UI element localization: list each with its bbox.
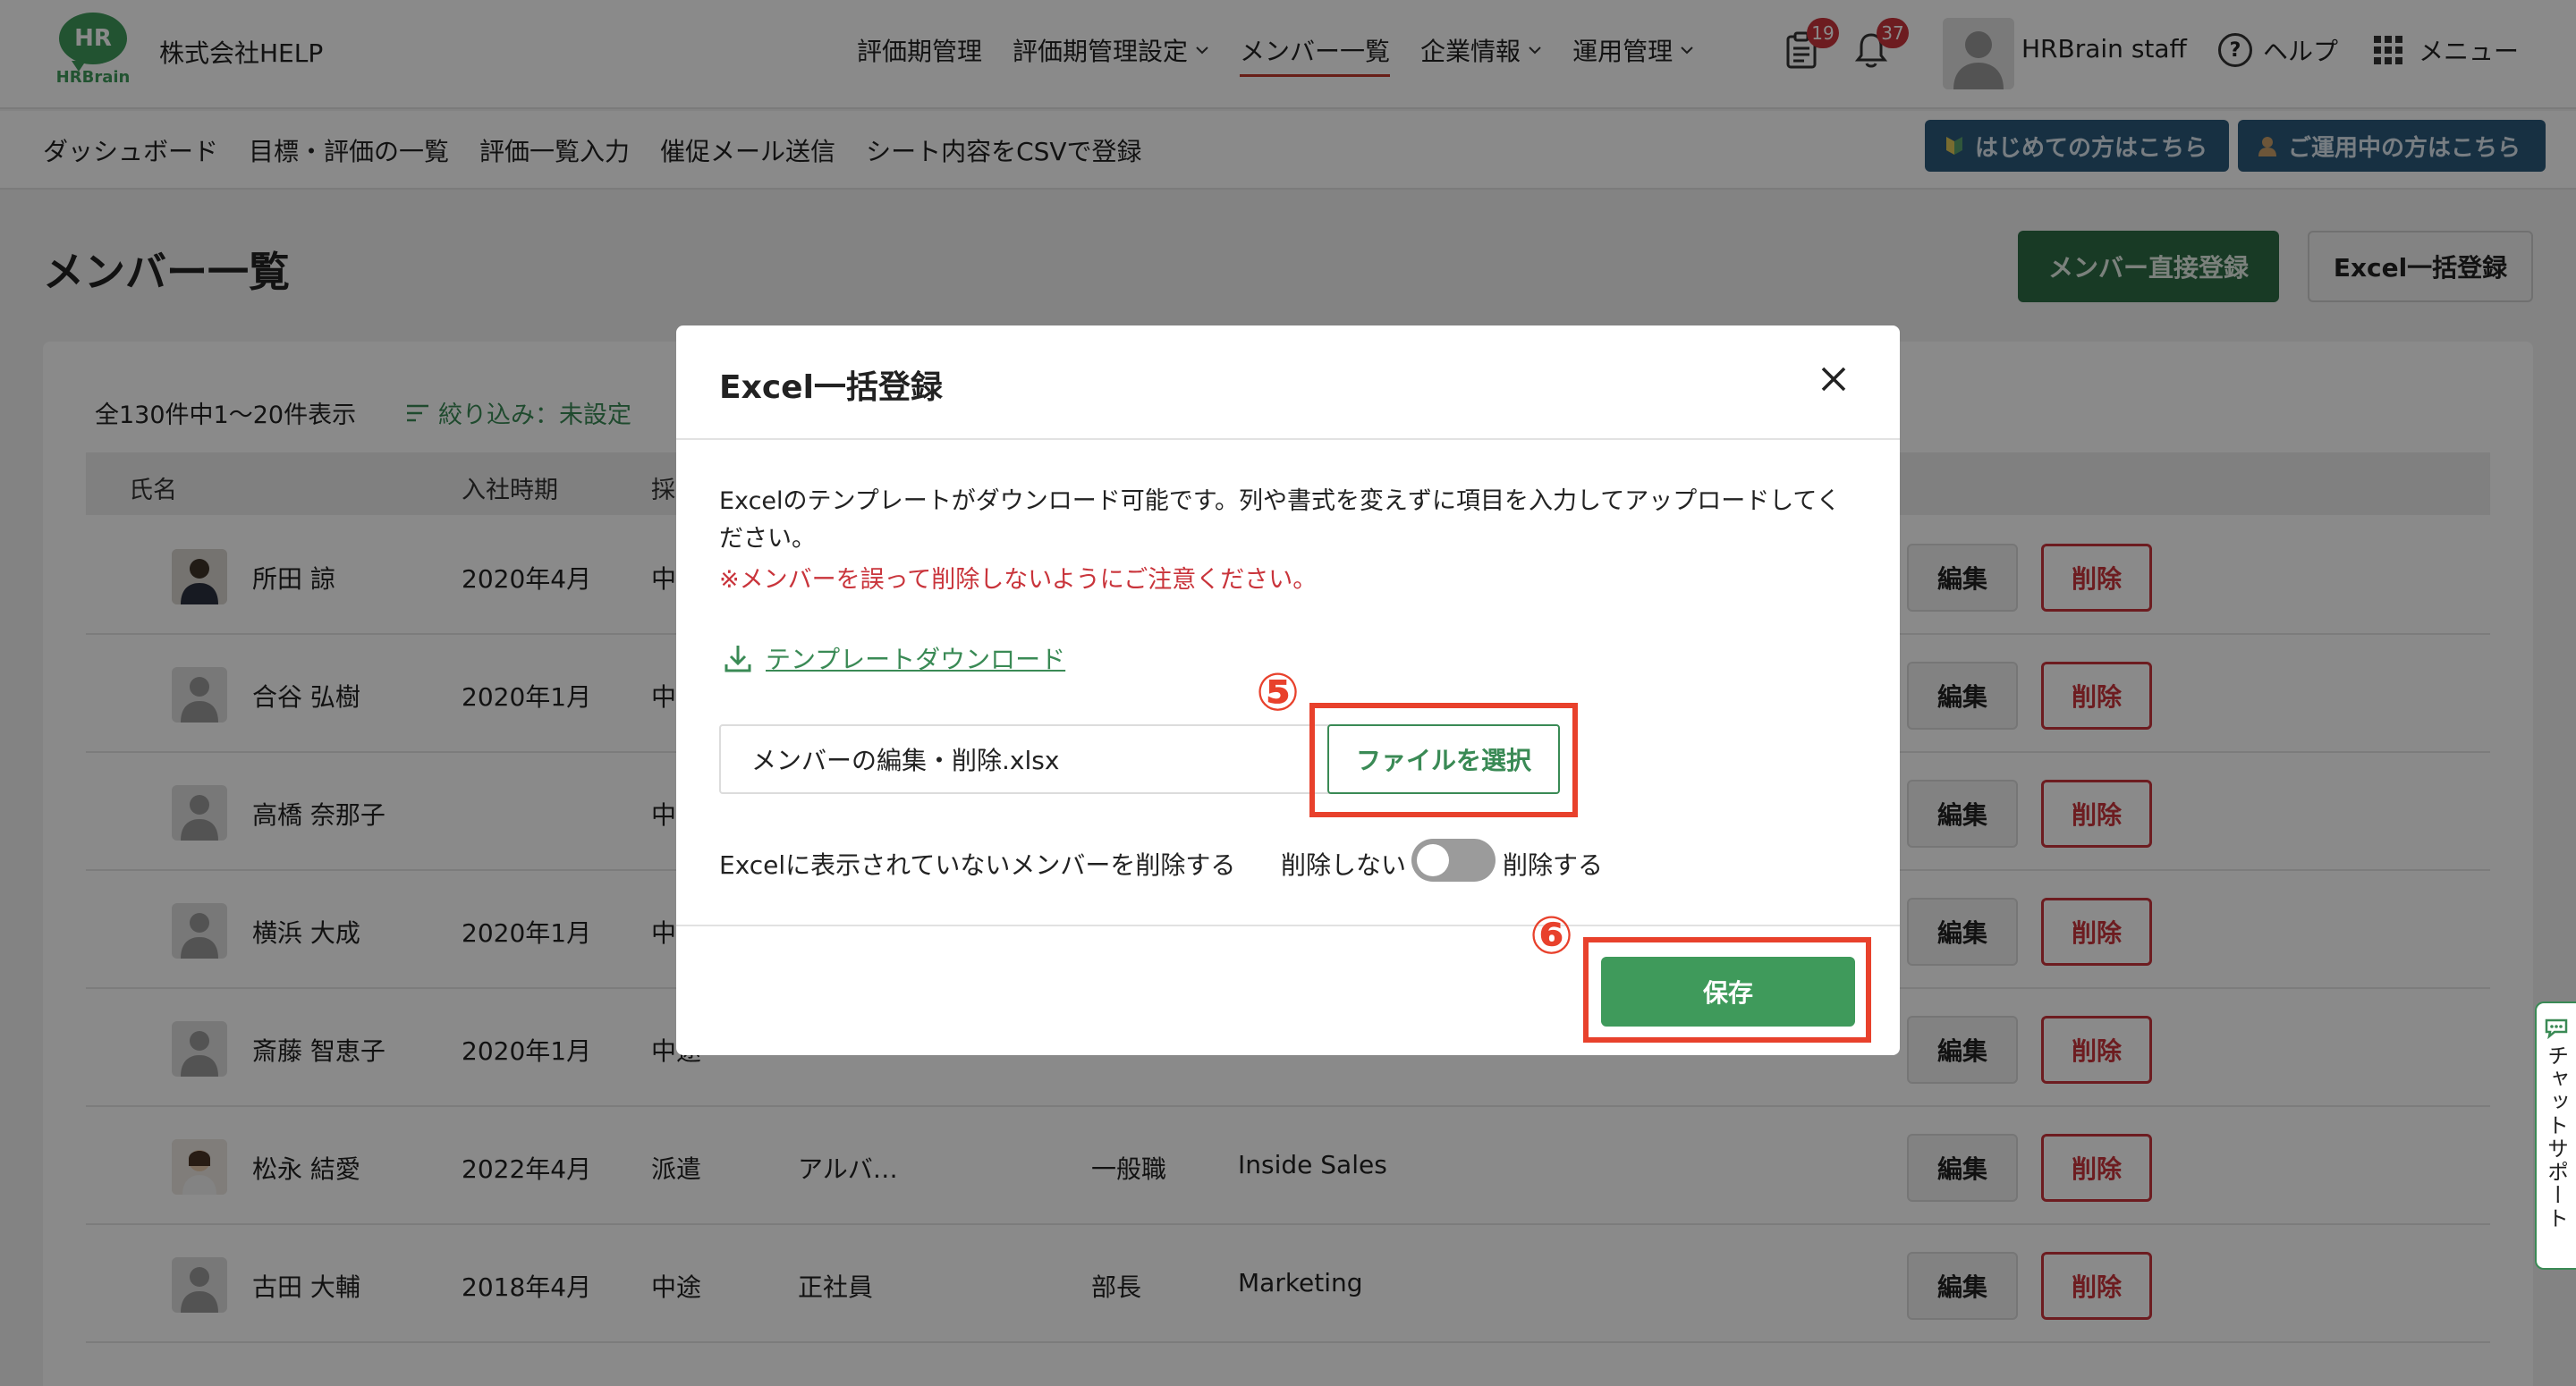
modal-title: Excel一括登録 [719, 369, 943, 406]
modal-description: Excelのテンプレートがダウンロード可能です。列や書式を変えずに項目を入力して… [719, 487, 1841, 553]
highlight-box-step-5 [1309, 703, 1578, 817]
modal-divider [676, 925, 1900, 926]
modal-divider [676, 438, 1900, 440]
highlight-box-step-6 [1583, 937, 1871, 1043]
chat-support-tab[interactable]: チャットサポート [2535, 1001, 2576, 1270]
download-icon [724, 646, 751, 672]
toggle-off-label: 削除しない [1281, 850, 1407, 880]
chat-support-label: チャットサポート [2543, 1044, 2569, 1230]
selected-file-field: メンバーの編集・削除.xlsx [719, 724, 1345, 794]
template-download-link[interactable]: テンプレートダウンロード [723, 640, 1065, 676]
selected-file-name: メンバーの編集・削除.xlsx [751, 746, 1060, 775]
delete-missing-label: Excelに表示されていないメンバーを削除する [719, 850, 1236, 880]
toggle-knob [1417, 844, 1449, 876]
delete-missing-toggle[interactable] [1411, 839, 1496, 882]
toggle-on-label: 削除する [1503, 850, 1604, 880]
modal-warning: ※メンバーを誤って削除しないようにご注意ください。 [719, 566, 1318, 594]
chat-bubble-icon [2545, 1018, 2568, 1039]
step-5-marker: ⑤ [1256, 662, 1301, 723]
download-link-label: テンプレートダウンロード [766, 645, 1066, 674]
close-icon[interactable] [1819, 365, 1848, 393]
step-6-marker: ⑥ [1530, 905, 1574, 966]
